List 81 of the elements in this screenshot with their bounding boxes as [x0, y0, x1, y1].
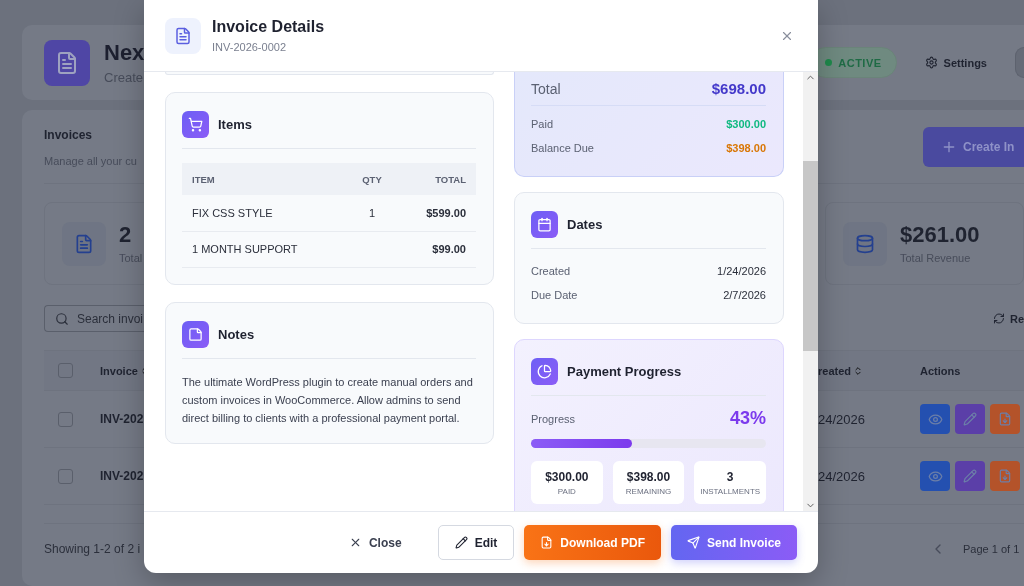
table-cell: $99.00: [432, 243, 466, 255]
pdf-button[interactable]: [990, 461, 1020, 491]
stat-tile: 3 INSTALLMENTS: [694, 461, 766, 504]
progress-label: Progress: [531, 412, 576, 425]
date-value: 1/24/2026: [717, 265, 766, 277]
send-icon: [686, 536, 700, 549]
view-button[interactable]: [920, 461, 950, 491]
header-button[interactable]: [1015, 47, 1024, 78]
settings-link[interactable]: Settings: [943, 56, 987, 69]
table-cell-text: 24/2026: [818, 411, 866, 427]
file-icon: [998, 469, 1012, 483]
checkbox[interactable]: [58, 363, 73, 378]
eye-icon: [927, 411, 943, 427]
settings-icon[interactable]: [924, 56, 938, 69]
note-icon: [182, 320, 209, 348]
eye-icon: [927, 468, 943, 484]
pie-chart-icon: [531, 358, 558, 385]
total-label: Balance Due: [531, 142, 594, 154]
stat-tile: $398.00 REMAINING: [612, 461, 685, 504]
card-title: Payment Progress: [567, 364, 682, 379]
total-value: $398.00: [726, 142, 766, 154]
total-label: Total: [531, 80, 561, 97]
refresh-button[interactable]: Re: [1009, 312, 1024, 325]
file-icon: [540, 536, 554, 549]
column-header[interactable]: Invoice: [100, 364, 138, 377]
edit-button[interactable]: Edit: [437, 525, 515, 560]
invoice-number[interactable]: INV-202: [100, 469, 144, 483]
pencil-icon: [963, 469, 977, 483]
table-cell: $599.00: [426, 206, 466, 219]
calendar-icon: [531, 211, 558, 238]
cart-icon: [182, 111, 209, 138]
send-button[interactable]: Send Invoice: [670, 525, 797, 560]
document-icon: [165, 17, 201, 54]
column-header: ITEM: [192, 173, 215, 185]
edit-button[interactable]: [955, 461, 985, 491]
column-header: Actions: [920, 364, 961, 377]
dialog-title: Invoice Details: [212, 18, 325, 36]
table-cell: 1: [368, 206, 376, 219]
date-value: 2/7/2026: [723, 289, 766, 301]
sort-icon[interactable]: [853, 365, 864, 376]
column-header[interactable]: reated: [818, 364, 852, 377]
app-title: Nex: [104, 40, 145, 66]
date-label: Created: [531, 265, 571, 277]
pencil-icon: [963, 412, 977, 426]
close-button[interactable]: Close: [332, 525, 418, 560]
progress-percent: 43%: [729, 408, 766, 429]
file-icon: [998, 412, 1012, 426]
create-button[interactable]: Create In: [923, 126, 1024, 167]
page-indicator: Page 1 of 1: [963, 542, 1020, 555]
card-title: Notes: [218, 326, 255, 342]
invoice-number: INV-2026-0002: [212, 41, 287, 53]
view-button[interactable]: [920, 404, 950, 434]
section-title: Invoices: [44, 127, 93, 142]
date-label: Due Date: [531, 289, 578, 301]
pencil-icon: [454, 536, 468, 549]
column-header: TOTAL: [435, 173, 466, 185]
document-icon: [62, 221, 106, 266]
table-cell-text: 24/2026: [818, 468, 866, 484]
stat-tile: $300.00 PAID: [531, 461, 603, 504]
scrollbar[interactable]: [803, 72, 818, 511]
download-button[interactable]: Download PDF: [524, 525, 661, 560]
column-header: QTY: [362, 173, 382, 185]
coins-icon: [843, 221, 887, 266]
pdf-button[interactable]: [990, 404, 1020, 434]
table-cell: FIX CSS STYLE: [192, 206, 273, 219]
table-cell: 1 MONTH SUPPORT: [192, 243, 298, 255]
card-title: Dates: [567, 217, 603, 232]
checkbox[interactable]: [58, 468, 73, 484]
refresh-icon[interactable]: [993, 312, 1005, 325]
total-value: $698.00: [711, 80, 766, 97]
checkbox[interactable]: [58, 411, 73, 427]
stat-value: $261.00: [900, 221, 980, 247]
total-value: $300.00: [726, 118, 766, 130]
search-icon: [55, 311, 69, 326]
notes-text: The ultimate WordPress plugin to create manual orders and custom invoices in WooCommerce. Allow admins to send direct billing to clients with a professional payment portal.: [182, 374, 474, 426]
invoice-number[interactable]: INV-202: [100, 412, 144, 426]
card-title: Items: [218, 117, 252, 132]
stat-value: 2: [119, 221, 132, 247]
edit-button[interactable]: [955, 404, 985, 434]
total-label: Paid: [531, 118, 554, 130]
logo-icon: [44, 39, 90, 86]
